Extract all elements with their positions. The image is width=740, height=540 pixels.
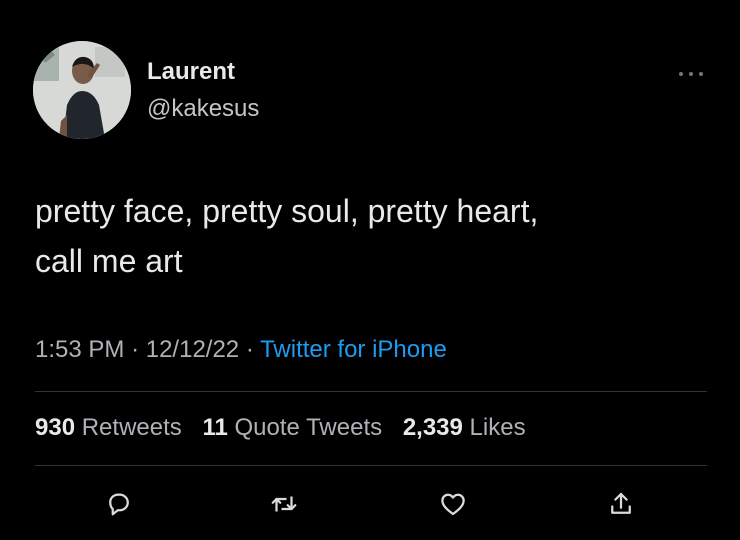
likes-count: 2,339 <box>402 414 463 441</box>
share-button[interactable] <box>601 484 641 524</box>
retweet-button[interactable] <box>264 484 304 524</box>
tweet-text: pretty face, pretty soul, pretty heart, … <box>35 193 539 279</box>
divider <box>35 465 707 466</box>
tweet-date[interactable]: 12/12/22 <box>146 336 239 363</box>
tweet-source-link[interactable]: Twitter for iPhone <box>260 336 447 363</box>
reply-button[interactable] <box>99 484 139 524</box>
author-handle[interactable]: @kakesus <box>147 95 259 123</box>
likes-stat[interactable]: 2,339 Likes <box>403 414 526 441</box>
quote-tweets-label: Quote Tweets <box>234 414 383 441</box>
share-icon <box>611 492 631 514</box>
more-options-button[interactable] <box>674 62 708 86</box>
divider <box>35 391 707 392</box>
like-button[interactable] <box>433 484 473 524</box>
tweet-card: Laurent @kakesus pretty face, pretty sou… <box>0 0 740 540</box>
avatar[interactable] <box>33 41 131 139</box>
retweets-label: Retweets <box>81 414 182 441</box>
retweets-stat[interactable]: 930 Retweets <box>35 414 182 441</box>
reply-icon <box>109 493 129 516</box>
retweet-icon <box>271 496 297 512</box>
retweets-count: 930 <box>35 414 76 441</box>
tweet-meta: 1:53 PM · 12/12/22 · Twitter for iPhone <box>35 336 447 364</box>
avatar-photo <box>33 41 131 139</box>
author-display-name[interactable]: Laurent <box>147 58 235 86</box>
likes-label: Likes <box>469 414 526 441</box>
tweet-stats: 930 Retweets 11 Quote Tweets 2,339 Likes <box>35 414 540 442</box>
heart-icon <box>441 493 465 516</box>
more-horizontal-icon <box>679 72 703 76</box>
quote-tweets-stat[interactable]: 11 Quote Tweets <box>202 414 382 441</box>
meta-separator: · <box>245 336 254 363</box>
meta-separator: · <box>131 336 140 363</box>
quote-tweets-count: 11 <box>202 414 228 441</box>
tweet-action-bar <box>0 484 740 524</box>
tweet-time[interactable]: 1:53 PM <box>35 336 124 363</box>
